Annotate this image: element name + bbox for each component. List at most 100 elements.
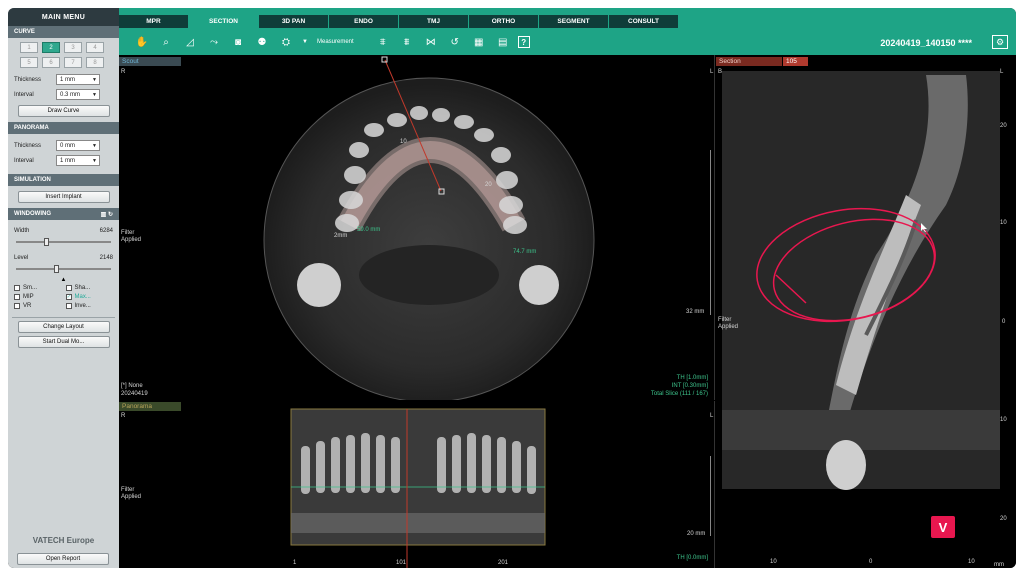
curve-interval-row: Interval 0.3 mm <box>8 87 119 102</box>
annotation-icon[interactable]: ⚉ <box>253 35 271 49</box>
brand-label: VATECH Europe <box>32 536 95 545</box>
tab-consult[interactable]: CONSULT <box>609 15 679 28</box>
dropdown-arrow-icon[interactable]: ▼ <box>301 35 309 49</box>
pano-l-label: L <box>710 413 714 419</box>
tab-section[interactable]: SECTION <box>189 15 259 28</box>
curve-button-4[interactable]: 4 <box>86 42 104 53</box>
change-layout-button[interactable]: Change Layout <box>17 321 110 333</box>
curve-thickness-label: Thickness <box>14 76 42 83</box>
curve-button-5[interactable]: 5 <box>20 57 38 68</box>
panorama-view[interactable]: Panorama R L Filter Applied 20 mm TH [0.… <box>119 401 715 568</box>
layout-icon[interactable]: ▦ <box>470 35 488 49</box>
checkbox-sharpen[interactable]: Sha... <box>65 285 114 291</box>
arch-icon[interactable]: ⋈ <box>422 35 440 49</box>
scout-r-label: R <box>121 69 126 75</box>
curve-button-8[interactable]: 8 <box>86 57 104 68</box>
windowing-options-icon[interactable]: ▥ ↻ <box>101 211 113 218</box>
width-slider-thumb[interactable] <box>44 238 49 246</box>
start-dual-monitor-button[interactable]: Start Dual Mo... <box>17 336 110 348</box>
nerve-canal-2-icon[interactable]: ⩩ <box>398 35 416 49</box>
curve-measure-icon[interactable]: ⤳ <box>205 35 223 49</box>
render-mode-checkboxes: Sm... Sha... MIP ✓ Max... VR Inve... <box>8 283 119 311</box>
draw-curve-button[interactable]: Draw Curve <box>17 105 110 117</box>
curve-thickness-select[interactable]: 1 mm <box>56 74 100 85</box>
pano-tick-1: 1 <box>293 560 297 566</box>
checkbox-icon <box>14 294 20 300</box>
level-label: Level <box>14 254 29 261</box>
scout-ruler <box>710 150 714 315</box>
checkmark-icon: ✓ <box>65 294 72 300</box>
measurement-59mm: 59.0 mm <box>357 227 381 233</box>
curve-button-6[interactable]: 6 <box>42 57 60 68</box>
curve-button-3[interactable]: 3 <box>64 42 82 53</box>
tab-tmj[interactable]: TMJ <box>399 15 469 28</box>
pano-scale-label: 20 mm <box>687 531 706 537</box>
mode-tabs: MPR SECTION 3D PAN ENDO TMJ ORTHO SEGMEN… <box>119 15 679 28</box>
pano-interval-select[interactable]: 1 mm <box>56 155 100 166</box>
tab-segment[interactable]: SEGMENT <box>539 15 609 28</box>
section-view[interactable]: Section 105 B L Filter Applied 20 10 0 1… <box>716 55 1016 568</box>
curve-interval-select[interactable]: 0.3 mm <box>56 89 100 100</box>
level-slider[interactable] <box>16 265 111 273</box>
checkbox-vr[interactable]: VR <box>14 303 62 309</box>
curve-button-7[interactable]: 7 <box>64 57 82 68</box>
measurement-label[interactable]: Measurement <box>317 39 354 45</box>
checkbox-max[interactable]: ✓ Max... <box>65 294 114 300</box>
width-value: 6284 <box>99 227 113 234</box>
pano-filter-label: Filter <box>121 487 135 493</box>
simulation-section-title: SIMULATION <box>8 174 119 186</box>
section-tick-10-bottom: 10 <box>1000 417 1007 423</box>
scout-date-label: 20240419 <box>121 391 148 397</box>
pano-interval-row: Interval 1 mm <box>8 153 119 168</box>
section-bottom-tick-0: 0 <box>869 559 873 565</box>
pano-thickness-select[interactable]: 0 mm <box>56 140 100 151</box>
section-tick-0: 0 <box>1002 319 1006 325</box>
scout-none-label: [*] None <box>121 383 143 389</box>
curve-section-title: CURVE <box>8 26 119 38</box>
tab-mpr[interactable]: MPR <box>119 15 189 28</box>
open-report-button[interactable]: Open Report <box>17 553 109 565</box>
pan-hand-icon[interactable]: ✋ <box>133 35 151 49</box>
section-b-label: B <box>718 69 723 75</box>
checkbox-mip[interactable]: MIP <box>14 294 62 300</box>
level-slider-thumb[interactable] <box>54 265 59 273</box>
scout-scale-label: 32 mm <box>686 309 705 315</box>
help-button[interactable]: ? <box>517 36 530 48</box>
camera-settings-icon[interactable]: ⛭ <box>277 35 295 49</box>
reset-icon[interactable]: ↺ <box>446 35 464 49</box>
main-menu-header: MAIN MENU <box>8 8 119 26</box>
scout-view[interactable]: Scout R L Filter Applied [*] None 202404… <box>119 55 715 400</box>
tab-ortho[interactable]: ORTHO <box>469 15 539 28</box>
curve-button-2[interactable]: 2 <box>42 42 60 53</box>
checkbox-smooth[interactable]: Sm... <box>14 285 62 291</box>
tab-3d-pan[interactable]: 3D PAN <box>259 15 329 28</box>
insert-implant-button[interactable]: Insert Implant <box>17 191 110 203</box>
arch-label-2mm: 2mm <box>334 233 348 239</box>
pano-thickness-row: Thickness 0 mm <box>8 138 119 153</box>
panorama-section-title: PANORAMA <box>8 122 119 134</box>
pano-tick-201: 201 <box>498 560 509 566</box>
checkbox-invert[interactable]: Inve... <box>65 303 114 309</box>
settings-icon[interactable]: ⚙ <box>992 35 1008 49</box>
study-id: 20240419_140150 **** <box>880 38 972 48</box>
app-window: MAIN MENU CURVE 1 2 3 4 5 6 7 8 Thicknes… <box>8 8 1016 568</box>
width-slider[interactable] <box>16 238 111 246</box>
camera-icon[interactable]: ◙ <box>229 35 247 49</box>
scout-filter-label: Filter <box>121 230 135 236</box>
nerve-canal-icon[interactable]: ⩨ <box>374 35 392 49</box>
axial-ct-image <box>263 56 595 400</box>
section-bottom-tick-10-left: 10 <box>770 559 777 565</box>
cross-section-image <box>722 71 1000 490</box>
section-l-label: L <box>1000 69 1004 75</box>
zoom-icon[interactable]: ⌕ <box>157 35 175 49</box>
level-row: Level 2148 <box>8 250 119 265</box>
panoramic-image <box>290 408 546 568</box>
tab-endo[interactable]: ENDO <box>329 15 399 28</box>
section-tick-10-top: 10 <box>1000 220 1007 226</box>
curve-button-1[interactable]: 1 <box>20 42 38 53</box>
section-unit-label: mm <box>994 562 1004 568</box>
scout-th-label: TH [1.0mm] <box>676 375 708 381</box>
angle-icon[interactable]: ◿ <box>181 35 199 49</box>
curve-thickness-row: Thickness 1 mm <box>8 72 119 87</box>
split-layout-icon[interactable]: ▤ <box>494 35 512 49</box>
